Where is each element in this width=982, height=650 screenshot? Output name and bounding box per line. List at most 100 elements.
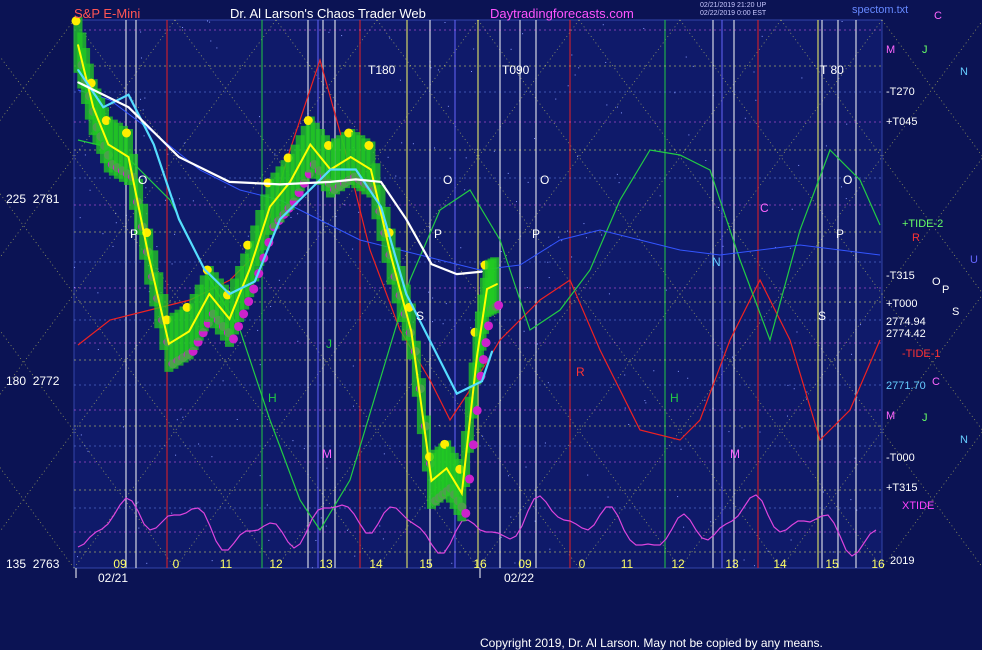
star-dot xyxy=(851,353,853,355)
cyan-average-line-point xyxy=(102,106,105,108)
star-dot xyxy=(796,331,798,333)
star-dot xyxy=(211,560,213,562)
hour-tick-label: 11 xyxy=(220,557,233,571)
star-dot xyxy=(449,157,451,159)
hour-tick-label: 11 xyxy=(621,557,634,571)
star-dot xyxy=(198,443,200,445)
star-dot xyxy=(470,71,472,73)
price-line-point xyxy=(289,181,291,183)
timestamp-1: 02/21/2019 21:20 UP xyxy=(700,2,767,9)
star-dot xyxy=(297,213,299,215)
star-dot xyxy=(602,24,604,26)
star-dot xyxy=(89,189,91,191)
star-dot xyxy=(643,28,645,30)
star-dot xyxy=(143,135,145,137)
star-dot xyxy=(328,31,330,33)
star-dot xyxy=(574,74,576,76)
star-dot xyxy=(791,208,793,210)
star-dot xyxy=(859,324,861,326)
star-dot xyxy=(605,61,607,63)
star-dot xyxy=(717,206,719,208)
star-dot xyxy=(171,512,173,514)
right-label: +T315 xyxy=(886,482,918,494)
star-dot xyxy=(259,116,261,118)
star-dot xyxy=(665,289,667,291)
chart-marker-h: H xyxy=(670,391,679,405)
hour-tick-label: 0 xyxy=(579,557,586,571)
right-label: M xyxy=(886,410,896,422)
star-dot xyxy=(798,164,800,166)
star-dot xyxy=(789,247,791,249)
cyan-average-line-point xyxy=(380,206,382,208)
star-dot xyxy=(247,235,249,237)
price-line-point xyxy=(168,343,170,345)
star-dot xyxy=(710,521,712,523)
star-dot xyxy=(644,400,646,402)
star-dot xyxy=(399,79,401,81)
star-dot xyxy=(438,260,440,262)
star-dot xyxy=(547,382,549,384)
star-dot xyxy=(500,251,502,253)
white-average-line-point xyxy=(380,181,382,183)
price-line-point xyxy=(349,156,352,158)
chart-marker-m: M xyxy=(322,447,332,461)
star-dot xyxy=(383,453,385,455)
star-dot xyxy=(825,145,827,147)
star-dot xyxy=(624,407,626,409)
symbol-label: S&P E-Mini xyxy=(74,6,141,21)
star-dot xyxy=(822,491,824,493)
star-dot xyxy=(578,67,580,69)
hour-tick-label: 13 xyxy=(725,557,739,571)
cyan-average-line-point xyxy=(405,293,408,295)
star-dot xyxy=(84,154,86,156)
white-average-line-point xyxy=(430,263,433,265)
star-dot xyxy=(432,297,434,299)
star-dot xyxy=(389,37,391,39)
right-label: 2774.94 xyxy=(886,316,926,328)
star-dot xyxy=(536,343,538,345)
star-dot xyxy=(137,501,139,503)
chart-marker-t80: T 80 xyxy=(820,63,844,77)
star-dot xyxy=(607,496,609,498)
hour-tick-label: 09 xyxy=(518,557,532,571)
star-dot xyxy=(97,349,99,351)
white-average-line-point xyxy=(178,156,180,158)
chart-marker-n: N xyxy=(712,255,721,269)
star-dot xyxy=(362,425,364,427)
star-dot xyxy=(527,181,529,183)
star-dot xyxy=(558,236,560,238)
cyan-average-line-point xyxy=(253,280,256,283)
white-average-line-point xyxy=(279,183,281,186)
cyan-average-line-point xyxy=(178,218,180,221)
star-dot xyxy=(841,21,843,23)
star-dot xyxy=(704,399,706,401)
site-label: Daytradingforecasts.com xyxy=(490,6,634,21)
star-dot xyxy=(140,57,142,59)
chart-marker-r: R xyxy=(576,365,585,379)
star-dot xyxy=(534,138,536,140)
chart-marker-t090: T090 xyxy=(502,63,530,77)
star-dot xyxy=(115,222,117,224)
star-dot xyxy=(523,330,525,332)
right-label: 2019 xyxy=(890,555,915,567)
star-dot xyxy=(514,562,516,564)
chart-marker-p: P xyxy=(434,227,442,241)
cyan-average-line-point xyxy=(329,168,332,171)
star-dot xyxy=(358,211,360,213)
star-dot xyxy=(526,287,528,289)
price-line-point xyxy=(107,143,110,146)
star-dot xyxy=(464,189,466,191)
star-dot xyxy=(555,98,557,100)
star-dot xyxy=(616,106,618,108)
star-dot xyxy=(320,517,322,519)
white-average-line-point xyxy=(329,181,332,183)
star-dot xyxy=(755,99,757,101)
star-dot xyxy=(182,26,184,28)
right-label: -TIDE-1 xyxy=(902,348,941,360)
star-dot xyxy=(549,548,551,550)
hour-tick-label: 16 xyxy=(871,557,885,571)
star-dot xyxy=(801,77,803,79)
star-dot xyxy=(432,321,434,323)
star-dot xyxy=(224,186,226,188)
price-line-point xyxy=(248,268,251,270)
